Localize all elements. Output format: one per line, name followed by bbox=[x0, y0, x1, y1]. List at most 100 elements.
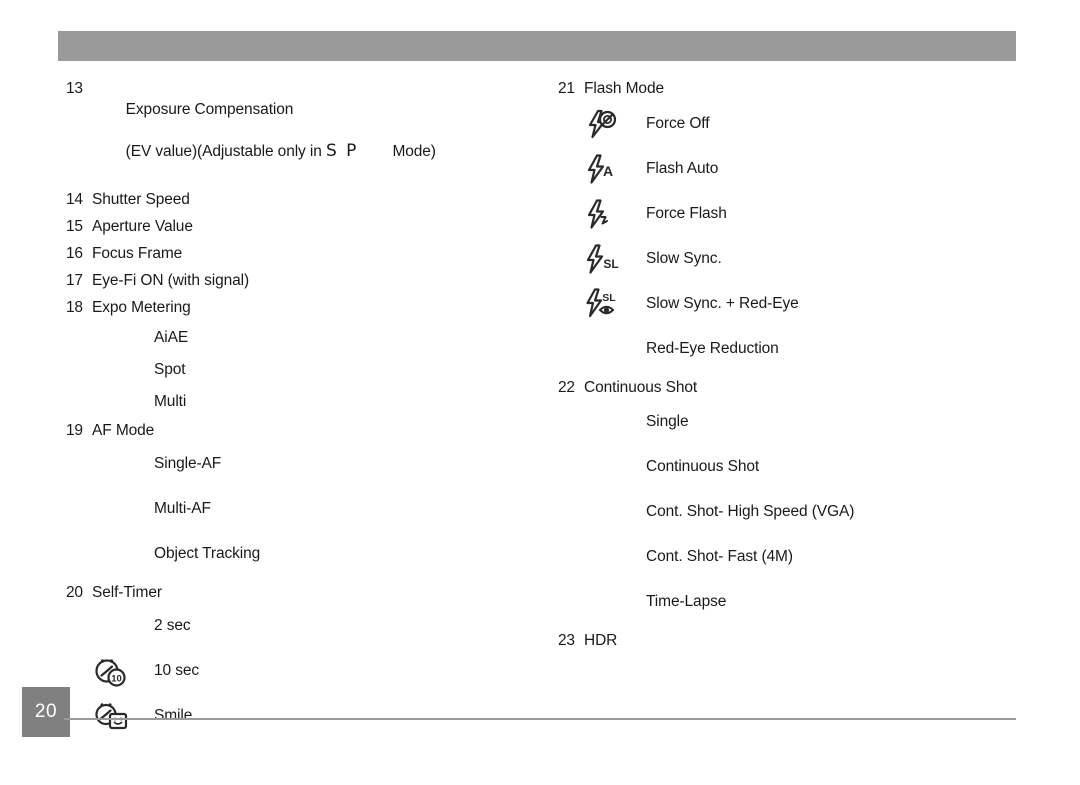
item-label: Focus Frame bbox=[92, 245, 183, 262]
option-label: Cont. Shot- High Speed (VGA) bbox=[646, 503, 855, 520]
list-item-shutter-speed: 14 Shutter Speed bbox=[66, 189, 536, 210]
no-icon-placeholder bbox=[584, 332, 630, 366]
footer-divider bbox=[64, 718, 1016, 720]
option-label: Single bbox=[646, 413, 689, 430]
item-number: 13 bbox=[66, 80, 83, 97]
item-label: AF Mode bbox=[92, 422, 155, 439]
option-row-spot: Spot bbox=[66, 356, 536, 384]
item-number: 20 bbox=[66, 584, 83, 601]
no-icon-placeholder bbox=[584, 495, 630, 529]
list-item-hdr: 23 HDR bbox=[558, 630, 1028, 651]
option-label: Multi bbox=[154, 393, 187, 410]
item-number: 22 bbox=[558, 379, 575, 396]
exposure-compensation-title: Exposure Compensation bbox=[125, 101, 294, 118]
svg-text:SL: SL bbox=[603, 257, 618, 271]
list-item-focus-frame: 16 Focus Frame bbox=[66, 243, 536, 264]
no-icon-placeholder bbox=[92, 537, 138, 571]
option-row-single: Single bbox=[558, 405, 1028, 439]
no-icon-placeholder bbox=[584, 405, 630, 439]
page-body: 13 Exposure Compensation (EV value)(Adju… bbox=[0, 78, 1080, 730]
option-row-smile: Smile bbox=[66, 699, 536, 733]
option-label: Continuous Shot bbox=[646, 458, 760, 475]
option-label: Slow Sync. bbox=[646, 250, 722, 267]
exposure-compensation-note-a: (EV value)(Adjustable only in bbox=[125, 143, 326, 160]
option-label: Single-AF bbox=[154, 455, 222, 472]
no-icon-placeholder bbox=[584, 450, 630, 484]
timer-10sec-icon: 10 bbox=[92, 654, 138, 688]
mode-symbols: S P bbox=[325, 141, 359, 161]
option-row-multi: Multi bbox=[66, 388, 536, 416]
option-label: Red-Eye Reduction bbox=[646, 340, 779, 357]
svg-text:10: 10 bbox=[111, 674, 122, 685]
list-item-flash-mode: 21 Flash Mode bbox=[558, 78, 1028, 99]
flash-slow-sync-red-eye-icon: SL bbox=[584, 287, 630, 321]
page-number-badge: 20 bbox=[22, 687, 70, 737]
flash-auto-icon: A bbox=[584, 152, 630, 186]
option-row-force-off: Force Off bbox=[558, 107, 1028, 141]
item-label: Flash Mode bbox=[584, 80, 664, 97]
option-label: Force Flash bbox=[646, 205, 727, 222]
item-label: Eye-Fi ON (with signal) bbox=[92, 272, 250, 289]
item-number: 19 bbox=[66, 422, 83, 439]
no-icon-placeholder bbox=[92, 447, 138, 481]
item-number: 17 bbox=[66, 272, 83, 289]
right-column: 21 Flash Mode Force Off A Flash Auto For… bbox=[558, 78, 1028, 657]
option-row-flash-auto: A Flash Auto bbox=[558, 152, 1028, 186]
item-number: 15 bbox=[66, 218, 83, 235]
flash-slow-sync-icon: SL bbox=[584, 242, 630, 276]
no-icon-placeholder bbox=[584, 585, 630, 619]
list-item-continuous-shot: 22 Continuous Shot bbox=[558, 377, 1028, 398]
header-banner bbox=[58, 31, 1016, 61]
option-label: Flash Auto bbox=[646, 160, 719, 177]
list-item-expo-metering: 18 Expo Metering bbox=[66, 297, 536, 318]
option-label: Smile bbox=[154, 707, 193, 724]
item-number: 18 bbox=[66, 299, 83, 316]
item-label: Self-Timer bbox=[92, 584, 162, 601]
timer-smile-icon bbox=[92, 699, 138, 733]
option-label: Multi-AF bbox=[154, 500, 211, 517]
option-label: AiAE bbox=[154, 329, 189, 346]
exposure-compensation-note-b: Mode) bbox=[392, 143, 436, 160]
option-row-10-sec: 10 10 sec bbox=[66, 654, 536, 688]
svg-text:SL: SL bbox=[602, 292, 616, 304]
no-icon-placeholder bbox=[92, 321, 138, 355]
option-label: Time-Lapse bbox=[646, 593, 727, 610]
option-row-single-af: Single-AF bbox=[66, 447, 536, 481]
option-row-2-sec: 2 sec bbox=[66, 609, 536, 643]
list-item-self-timer: 20 Self-Timer bbox=[66, 582, 536, 603]
option-row-slow-sync: SL Slow Sync. bbox=[558, 242, 1028, 276]
option-row-continuous-shot: Continuous Shot bbox=[558, 450, 1028, 484]
item-label: HDR bbox=[584, 632, 618, 649]
flash-force-flash-icon bbox=[584, 197, 630, 231]
option-row-object-tracking: Object Tracking bbox=[66, 537, 536, 571]
item-number: 16 bbox=[66, 245, 83, 262]
item-label: Continuous Shot bbox=[584, 379, 698, 396]
item-label: Shutter Speed bbox=[92, 191, 190, 208]
option-row-red-eye-reduction: Red-Eye Reduction bbox=[558, 332, 1028, 366]
option-row-time-lapse: Time-Lapse bbox=[558, 585, 1028, 619]
option-row-multi-af: Multi-AF bbox=[66, 492, 536, 526]
option-label: 2 sec bbox=[154, 617, 191, 634]
svg-text:A: A bbox=[603, 163, 613, 179]
list-item-aperture-value: 15 Aperture Value bbox=[66, 216, 536, 237]
no-icon-placeholder bbox=[584, 540, 630, 574]
item-number: 23 bbox=[558, 632, 575, 649]
left-column: 13 Exposure Compensation (EV value)(Adju… bbox=[66, 78, 536, 744]
list-item-af-mode: 19 AF Mode bbox=[66, 420, 536, 441]
list-item-eye-fi-on: 17 Eye-Fi ON (with signal) bbox=[66, 270, 536, 291]
option-row-aiae: AiAE bbox=[66, 324, 536, 352]
option-label: Cont. Shot- Fast (4M) bbox=[646, 548, 793, 565]
option-label: 10 sec bbox=[154, 662, 200, 679]
option-row-high-speed-vga: Cont. Shot- High Speed (VGA) bbox=[558, 495, 1028, 529]
no-icon-placeholder bbox=[92, 609, 138, 643]
option-label: Force Off bbox=[646, 115, 710, 132]
item-label: Expo Metering bbox=[92, 299, 191, 316]
flash-force-off-icon bbox=[584, 107, 630, 141]
option-label: Object Tracking bbox=[154, 545, 261, 562]
option-label: Slow Sync. + Red-Eye bbox=[646, 295, 799, 312]
option-row-force-flash: Force Flash bbox=[558, 197, 1028, 231]
item-label: Exposure Compensation (EV value)(Adjusta… bbox=[92, 78, 436, 183]
no-icon-placeholder bbox=[92, 353, 138, 387]
item-label: Aperture Value bbox=[92, 218, 193, 235]
no-icon-placeholder bbox=[92, 385, 138, 419]
